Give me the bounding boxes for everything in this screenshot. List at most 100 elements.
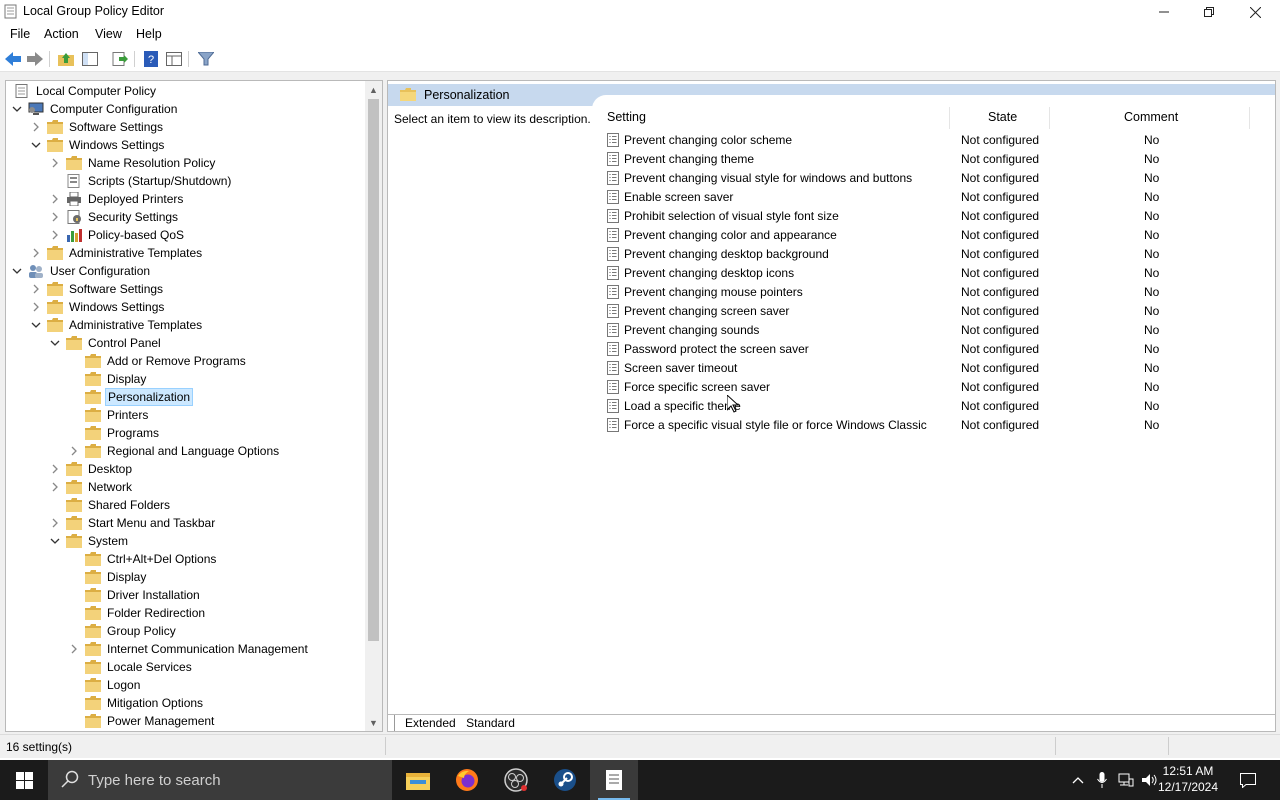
- minimize-button[interactable]: [1141, 0, 1187, 24]
- scrollbar-thumb[interactable]: [368, 99, 379, 641]
- up-level-button[interactable]: [57, 50, 75, 68]
- tree-item[interactable]: Personalization: [68, 388, 194, 406]
- scroll-down-arrow-icon[interactable]: ▼: [365, 714, 382, 731]
- taskbar-clock[interactable]: 12:51 AM 12/17/2024: [1157, 763, 1219, 795]
- column-divider[interactable]: [1249, 107, 1250, 129]
- policy-row[interactable]: Prevent changing theme Not configured No: [605, 150, 1265, 169]
- tree-item[interactable]: Ctrl+Alt+Del Options: [68, 550, 218, 568]
- tree-item[interactable]: Software Settings: [30, 118, 165, 136]
- chevron-right-icon[interactable]: [49, 481, 61, 493]
- chevron-right-icon[interactable]: [49, 157, 61, 169]
- chevron-right-icon[interactable]: [30, 283, 42, 295]
- tree-item[interactable]: Software Settings: [30, 280, 165, 298]
- menu-view[interactable]: View: [95, 27, 122, 41]
- policy-row[interactable]: Prevent changing mouse pointers Not confi…: [605, 283, 1265, 302]
- start-button[interactable]: [0, 760, 48, 800]
- tree-item[interactable]: Display: [68, 568, 148, 586]
- policy-row[interactable]: Load a specific theme Not configured No: [605, 397, 1265, 416]
- tree-item[interactable]: System: [49, 532, 130, 550]
- chevron-down-icon[interactable]: [30, 139, 42, 151]
- scroll-up-arrow-icon[interactable]: ▲: [365, 81, 382, 98]
- filter-button[interactable]: [197, 50, 215, 68]
- chevron-right-icon[interactable]: [68, 643, 80, 655]
- chevron-right-icon[interactable]: [30, 301, 42, 313]
- tree-item[interactable]: Policy-based QoS: [49, 226, 186, 244]
- column-divider[interactable]: [1049, 107, 1050, 129]
- chevron-right-icon[interactable]: [68, 445, 80, 457]
- chevron-down-icon[interactable]: [11, 103, 23, 115]
- tree-item[interactable]: Local Computer Policy: [9, 82, 158, 100]
- tree-scrollbar[interactable]: ▲ ▼: [365, 81, 382, 731]
- chevron-down-icon[interactable]: [49, 535, 61, 547]
- taskbar-firefox[interactable]: [443, 760, 491, 800]
- column-header-setting[interactable]: Setting: [607, 110, 646, 124]
- tree-item[interactable]: Security Settings: [49, 208, 180, 226]
- network-tray-button[interactable]: [1116, 760, 1136, 800]
- chevron-right-icon[interactable]: [49, 229, 61, 241]
- policy-row[interactable]: Prevent changing sounds Not configured No: [605, 321, 1265, 340]
- chevron-down-icon[interactable]: [11, 265, 23, 277]
- tree-item[interactable]: Deployed Printers: [49, 190, 185, 208]
- chevron-right-icon[interactable]: [30, 121, 42, 133]
- menu-action[interactable]: Action: [44, 27, 79, 41]
- policy-row[interactable]: Force a specific visual style file or fo…: [605, 416, 1265, 435]
- show-hidden-icons-button[interactable]: [1068, 760, 1088, 800]
- tab-standard[interactable]: Standard: [452, 715, 528, 731]
- tree-item[interactable]: Programs: [68, 424, 161, 442]
- tree-item[interactable]: Name Resolution Policy: [49, 154, 217, 172]
- chevron-right-icon[interactable]: [49, 211, 61, 223]
- policy-row[interactable]: Prevent changing desktop background Not c…: [605, 245, 1265, 264]
- policy-row[interactable]: Prevent changing color scheme Not configu…: [605, 131, 1265, 150]
- taskbar-obs[interactable]: [492, 760, 540, 800]
- taskbar-policy-editor-active[interactable]: [590, 760, 638, 800]
- policy-row[interactable]: Screen saver timeout Not configured No: [605, 359, 1265, 378]
- restore-button[interactable]: [1186, 0, 1232, 24]
- chevron-down-icon[interactable]: [49, 337, 61, 349]
- chevron-right-icon[interactable]: [49, 463, 61, 475]
- tree-item[interactable]: Computer Configuration: [11, 100, 179, 118]
- export-list-button[interactable]: [111, 50, 129, 68]
- column-divider[interactable]: [949, 107, 950, 129]
- chevron-right-icon[interactable]: [49, 517, 61, 529]
- tree-item[interactable]: Internet Communication Management: [68, 640, 310, 658]
- show-hide-tree-button[interactable]: [81, 50, 99, 68]
- chevron-right-icon[interactable]: [30, 247, 42, 259]
- tree-item[interactable]: Windows Settings: [30, 136, 166, 154]
- policy-row[interactable]: Prevent changing desktop icons Not config…: [605, 264, 1265, 283]
- tree-item[interactable]: Power Management: [68, 712, 216, 730]
- tree-item[interactable]: Administrative Templates: [30, 316, 204, 334]
- tree-item[interactable]: Regional and Language Options: [68, 442, 281, 460]
- tree-item[interactable]: Printers: [68, 406, 150, 424]
- tree-item[interactable]: Desktop: [49, 460, 134, 478]
- tree-item[interactable]: Driver Installation: [68, 586, 202, 604]
- properties-view-button[interactable]: [165, 50, 183, 68]
- menu-file[interactable]: File: [10, 27, 30, 41]
- policy-row[interactable]: Password protect the screen saver Not con…: [605, 340, 1265, 359]
- taskbar-file-explorer[interactable]: [394, 760, 442, 800]
- tree-item[interactable]: Windows Settings: [30, 298, 166, 316]
- tree-item[interactable]: Group Policy: [68, 622, 178, 640]
- forward-button[interactable]: [26, 50, 44, 68]
- column-header-comment[interactable]: Comment: [1124, 110, 1178, 124]
- tree-item[interactable]: Start Menu and Taskbar: [49, 514, 217, 532]
- tree-item[interactable]: Logon: [68, 676, 142, 694]
- close-button[interactable]: [1232, 0, 1278, 24]
- tree-item[interactable]: Administrative Templates: [30, 244, 204, 262]
- help-button[interactable]: ?: [142, 50, 160, 68]
- tree-item[interactable]: Mitigation Options: [68, 694, 205, 712]
- policy-row[interactable]: Prohibit selection of visual style font …: [605, 207, 1265, 226]
- tree-item[interactable]: Network: [49, 478, 134, 496]
- notifications-button[interactable]: [1236, 760, 1260, 800]
- tree-item[interactable]: User Configuration: [11, 262, 152, 280]
- policy-row[interactable]: Enable screen saver Not configured No: [605, 188, 1265, 207]
- policy-row[interactable]: Prevent changing screen saver Not configu…: [605, 302, 1265, 321]
- taskbar-steam[interactable]: [541, 760, 589, 800]
- taskbar-search-box[interactable]: Type here to search: [48, 760, 392, 800]
- policy-row[interactable]: Prevent changing visual style for window…: [605, 169, 1265, 188]
- tree-item[interactable]: Display: [68, 370, 148, 388]
- policy-row[interactable]: Prevent changing color and appearance Not…: [605, 226, 1265, 245]
- microphone-tray-button[interactable]: [1092, 760, 1112, 800]
- back-button[interactable]: [4, 50, 22, 68]
- tree-item[interactable]: Shared Folders: [49, 496, 172, 514]
- column-header-state[interactable]: State: [988, 110, 1017, 124]
